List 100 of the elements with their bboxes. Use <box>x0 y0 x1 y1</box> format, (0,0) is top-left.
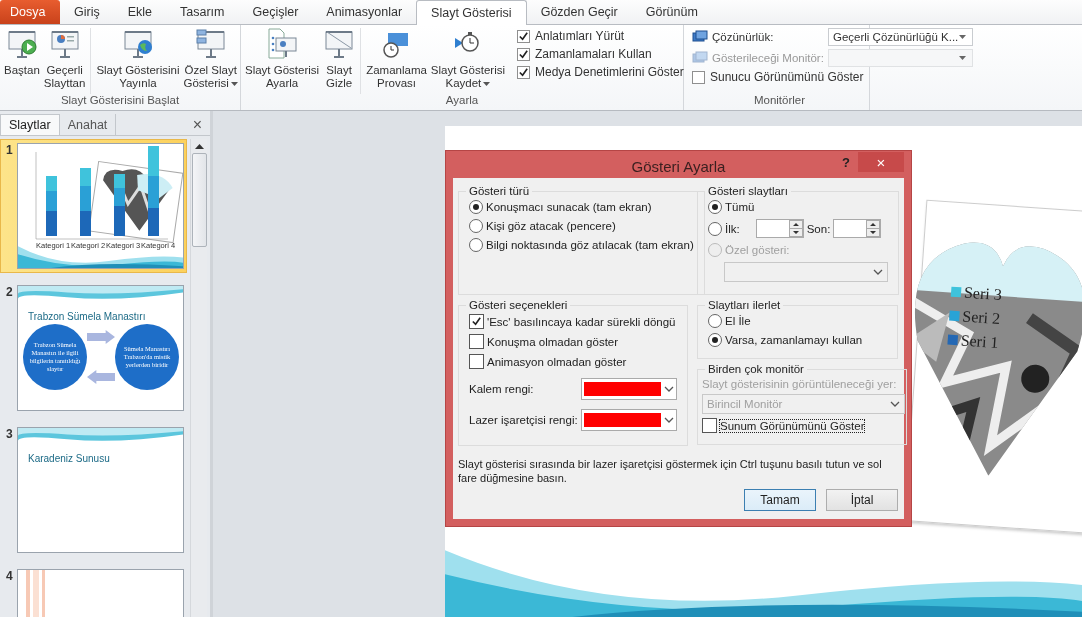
scroll-up-icon <box>194 144 204 149</box>
bar <box>80 168 91 186</box>
radio-button[interactable] <box>469 219 483 233</box>
legend-label: Seri 2 <box>961 307 1001 329</box>
checkbox-label: Zamanlamaları Kullan <box>535 47 652 61</box>
close-button[interactable]: × <box>184 114 210 135</box>
close-button[interactable]: × <box>858 152 904 172</box>
slide-thumbnail[interactable]: Karadeniz Sunusu <box>17 427 184 553</box>
panel-tab[interactable]: Anahat <box>59 114 117 135</box>
option-label: Animasyon olmadan göster <box>487 355 627 368</box>
dialog-button[interactable]: Tamam <box>744 489 816 511</box>
number-field[interactable] <box>833 219 882 238</box>
slide-number: 4 <box>6 569 13 585</box>
caret-icon <box>483 81 491 86</box>
group-title: Birden çok monitör <box>707 363 805 375</box>
chevron-down-icon <box>873 269 883 275</box>
panel-tab[interactable]: Slaytlar <box>0 114 60 135</box>
field-label: Çözünürlük: <box>712 31 775 43</box>
checkbox[interactable] <box>517 65 530 79</box>
screen-chart-icon <box>48 28 81 60</box>
spin-buttons-icon <box>788 220 803 237</box>
ribbon-tab[interactable]: Giriş <box>60 0 114 24</box>
ribbon-tab[interactable]: Görünüm <box>631 0 712 24</box>
slide-thumbnail-row[interactable]: 4 <box>0 565 187 617</box>
checkbox[interactable] <box>469 334 484 349</box>
slide-title: Trabzon Sümela Manastırı <box>27 310 147 322</box>
radio-button[interactable] <box>708 200 722 214</box>
ribbon-button[interactable]: Baştan <box>2 28 42 77</box>
caret-icon <box>959 56 966 60</box>
ribbon-button[interactable]: Zamanlama Provası <box>360 28 429 94</box>
ribbon-tab[interactable]: Slayt Gösterisi <box>416 0 527 25</box>
radio-button[interactable] <box>469 200 483 214</box>
option-label: Lazer işaretçisi rengi: <box>469 414 578 426</box>
spin-buttons-icon <box>866 220 881 237</box>
checkbox[interactable] <box>517 47 530 61</box>
ribbon-tab[interactable]: Gözden Geçir <box>526 0 632 24</box>
slide-title: Karadeniz Sunusu <box>27 452 111 464</box>
checkbox[interactable] <box>469 314 484 329</box>
ribbon-button[interactable]: Slayt Gösterisini Yayınla <box>90 28 182 94</box>
color-picker[interactable] <box>581 409 677 431</box>
number-field[interactable] <box>755 219 804 238</box>
bar <box>80 211 91 236</box>
radio-button[interactable] <box>708 333 722 347</box>
chevron-down-icon <box>664 386 674 392</box>
dropdown-field[interactable]: Geçerli Çözünürlüğü K... <box>828 28 973 46</box>
option-label: Son: <box>806 222 831 235</box>
screen-list-icon <box>194 28 227 60</box>
scrollbar-thumb[interactable] <box>191 153 207 247</box>
group-title: Slaytları ilerlet <box>707 299 782 311</box>
dropdown-field[interactable] <box>828 49 973 67</box>
group-title: Gösteri türü <box>468 185 531 197</box>
dropdown-field[interactable] <box>724 262 888 282</box>
scrollbar[interactable] <box>190 139 207 617</box>
arrow-left-icon <box>87 368 115 386</box>
caret-icon <box>230 81 238 86</box>
group-title: Monitörler <box>752 94 807 108</box>
dialog-button[interactable]: İptal <box>826 489 898 511</box>
monitors-icon <box>692 51 708 65</box>
ribbon-button[interactable]: Geçerli Slayttan <box>41 28 88 90</box>
radio-button[interactable] <box>708 221 722 236</box>
option-label: Sunum Görünümünü Göster <box>720 419 865 432</box>
ribbon-tab[interactable]: Animasyonlar <box>312 0 417 24</box>
checkbox[interactable] <box>517 29 530 43</box>
option-label: Bilgi noktasında göz atılacak (tam ekran) <box>486 239 694 251</box>
screen-globe-icon <box>121 28 154 60</box>
hint-text: Slayt gösterisi sırasında bir lazer işaretçisi göstermek için Ctrl tuşunu basılı tutun ve sol fare düğmesine basın. <box>458 457 883 485</box>
checkbox[interactable] <box>469 354 484 369</box>
group-title: Gösteri slaytları <box>707 185 789 197</box>
checkbox[interactable] <box>692 70 705 84</box>
ribbon-button[interactable]: Slayt Gösterisi Kaydet <box>428 28 507 90</box>
slide-thumbnail-row[interactable]: 3 Karadeniz Sunusu <box>0 423 187 557</box>
slide-number: 3 <box>6 427 13 443</box>
option-label: Kalem rengi: <box>469 383 534 395</box>
checkbox-label: Anlatımları Yürüt <box>535 29 625 43</box>
group-title: Gösteri seçenekleri <box>468 299 569 311</box>
chevron-down-icon <box>890 401 901 407</box>
bar <box>114 174 125 188</box>
ribbon-button[interactable]: Slayt Gizle <box>321 28 358 90</box>
ribbon-tab[interactable]: Geçişler <box>238 0 313 24</box>
ribbon-button[interactable]: Slayt Gösterisi Ayarla <box>243 28 322 90</box>
option-label: İlk: <box>725 222 740 235</box>
ribbon-tab[interactable]: Tasarım <box>166 0 239 24</box>
help-button[interactable]: ? <box>842 155 850 170</box>
field-label: Gösterileceği Monitör: <box>712 52 824 64</box>
option-label: 'Esc' basılıncaya kadar sürekli döngü <box>487 315 676 328</box>
group-title: Ayarla <box>444 94 480 108</box>
legend-label: Seri 1 <box>960 331 1000 353</box>
color-picker[interactable] <box>581 378 677 400</box>
bar <box>46 191 57 211</box>
ribbon-tab[interactable]: Ekle <box>113 0 167 24</box>
slide-number: 1 <box>6 143 13 159</box>
dialog-title: Gösteri Ayarla <box>631 157 726 175</box>
radio-button[interactable] <box>708 314 722 328</box>
ribbon-tab[interactable]: Dosya <box>0 0 60 24</box>
ribbon-button[interactable]: Özel Slayt Gösterisi <box>181 28 240 90</box>
bar <box>46 211 57 236</box>
monitor-icon <box>692 30 708 44</box>
chevron-down-icon <box>664 417 674 423</box>
radio-button[interactable] <box>469 238 483 252</box>
group-title: Slayt Gösterisini Başlat <box>59 94 181 108</box>
